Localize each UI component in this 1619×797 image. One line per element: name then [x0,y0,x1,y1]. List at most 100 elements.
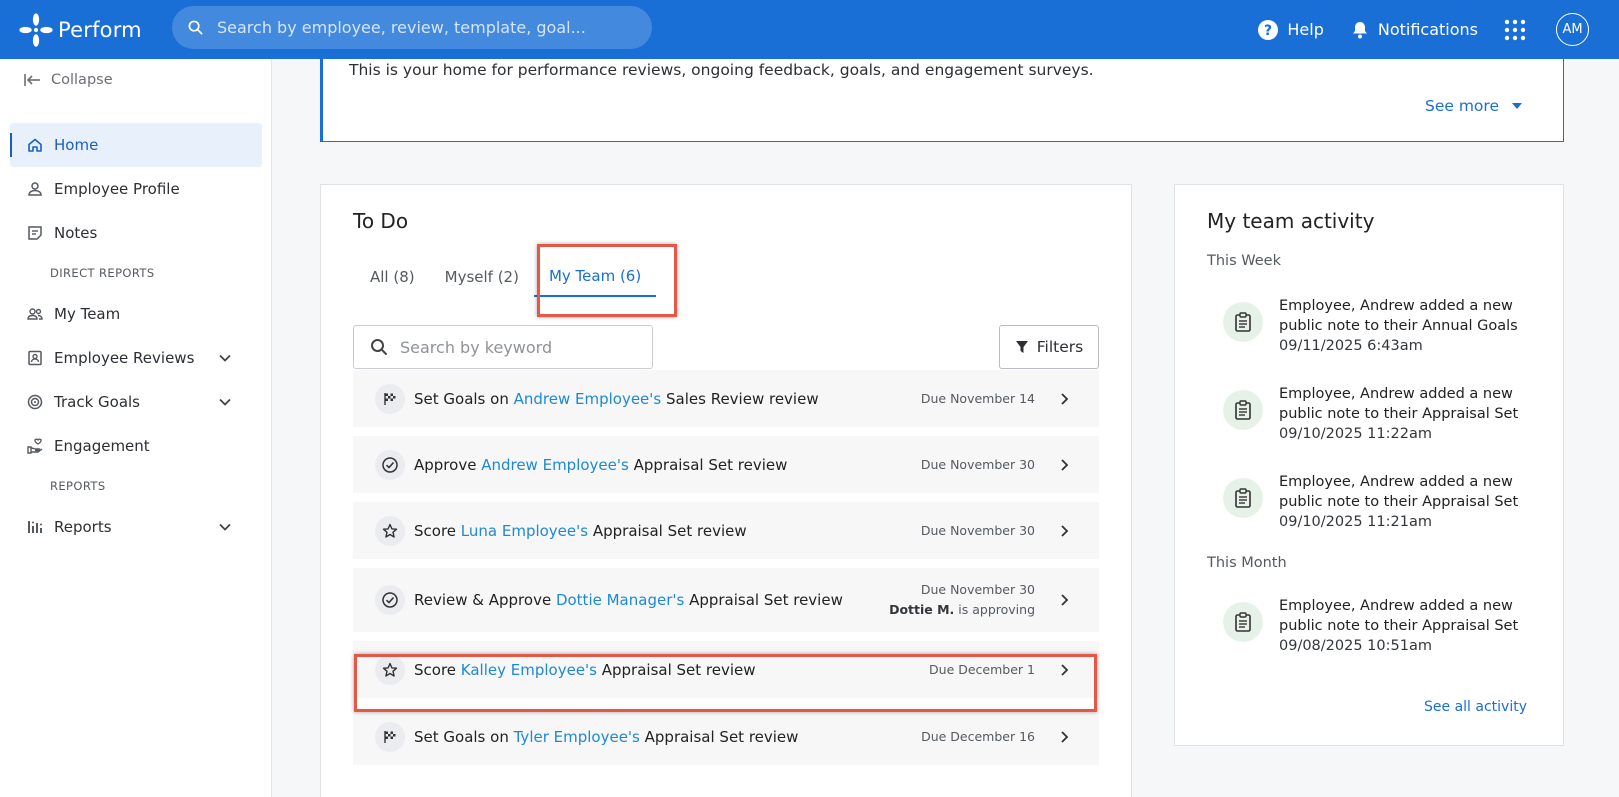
sidebar-item-employee-reviews[interactable]: Employee Reviews [10,336,262,380]
filters-button[interactable]: Filters [999,325,1099,369]
search-icon [188,20,203,35]
check-circle-icon [375,449,405,480]
sidebar-item-engagement[interactable]: Engagement [10,424,262,468]
due-date: Due November 14 [920,390,1035,406]
sidebar-item-track-goals[interactable]: Track Goals [10,380,262,424]
todo-row-action: Score [414,660,461,679]
employee-link[interactable]: Tyler Employee's [514,728,640,746]
sidebar-item-label: Notes [54,224,98,242]
activity-item[interactable]: Employee, Andrew added a new public note… [1223,296,1543,356]
bell-icon [1352,21,1367,38]
flag-icon [375,721,405,752]
activity-date: 09/11/2025 6:43am [1279,338,1423,354]
see-all-activity-link[interactable]: See all activity [1424,699,1527,715]
activity-item[interactable]: Employee, Andrew added a new public note… [1223,596,1543,656]
employee-link[interactable]: Kalley Employee's [461,661,597,679]
see-more-button[interactable]: See more [1425,97,1523,115]
search-icon [371,339,387,355]
tab-my-team[interactable]: My Team (6) [533,257,657,297]
todo-row-action: Score [414,521,461,540]
todo-row-action: Approve [414,455,482,474]
due-date: Due November 30 [920,582,1035,597]
keyword-search-input[interactable] [400,337,640,357]
collapse-button[interactable]: Collapse [24,72,113,88]
sidebar-item-my-team[interactable]: My Team [10,292,262,336]
tab-myself[interactable]: Myself (2) [430,257,534,297]
activity-text: Employee, Andrew added a new public note… [1279,386,1519,422]
brand-name: Perform [58,17,142,42]
section-label-direct-reports: DIRECT REPORTS [50,266,155,280]
notifications-button[interactable]: Notifications [1350,20,1478,40]
activity-date: 09/10/2025 11:22am [1279,426,1432,442]
team-icon [27,308,43,320]
help-button[interactable]: ? Help [1257,19,1324,41]
clipboard-icon [1223,302,1263,342]
todo-row[interactable]: Set Goals on Tyler Employee's Appraisal … [353,708,1099,765]
todo-row-text: Score Luna Employee's Appraisal Set revi… [414,522,747,540]
todo-row-text: Set Goals on Andrew Employee's Sales Rev… [414,390,819,408]
chevron-right-icon[interactable] [1057,663,1071,677]
tab-all[interactable]: All (8) [355,257,430,297]
chevron-right-icon[interactable] [1057,458,1071,472]
chevron-right-icon[interactable] [1057,524,1071,538]
chevron-right-icon[interactable] [1057,730,1071,744]
chevron-down-icon[interactable] [218,395,232,409]
clipboard-icon [1223,390,1263,430]
collapse-label: Collapse [51,72,113,88]
activity-item[interactable]: Employee, Andrew added a new public note… [1223,472,1543,532]
sidebar-item-label: My Team [54,305,121,323]
team-activity-card: My team activity This Week Employee, And… [1174,184,1564,746]
approval-status: Dottie M. is approving [889,600,1035,620]
todo-row-subject: Appraisal Set review [639,727,799,746]
keyword-search[interactable] [353,325,653,369]
target-icon [27,394,43,410]
due-date-block: Due November 30 Dottie M. is approving [889,580,1035,620]
employee-link[interactable]: Luna Employee's [461,522,588,540]
todo-row-subject: Appraisal Set review [684,591,843,609]
employee-link[interactable]: Andrew Employee's [481,456,629,474]
chevron-down-icon[interactable] [218,520,232,534]
activity-title: My team activity [1207,209,1375,233]
todo-row[interactable]: Approve Andrew Employee's Appraisal Set … [353,436,1099,493]
chevron-right-icon[interactable] [1057,593,1071,607]
sidebar-item-reports[interactable]: Reports [10,505,262,549]
todo-row[interactable]: Review & Approve Dottie Manager's Apprai… [353,568,1099,632]
activity-date: 09/10/2025 11:21am [1279,514,1432,530]
user-avatar[interactable]: AM [1556,13,1589,46]
sidebar-item-notes[interactable]: Notes [10,211,262,255]
clipboard-icon [1223,602,1263,642]
employee-link[interactable]: Andrew Employee's [514,390,662,408]
global-search[interactable] [172,6,652,49]
chevron-right-icon[interactable] [1057,392,1071,406]
caret-down-icon [1512,103,1522,109]
apps-grid-button[interactable] [1504,19,1534,41]
section-this-month: This Month [1207,555,1287,571]
home-icon [28,138,42,152]
employee-link[interactable]: Dottie Manager's [556,591,684,609]
top-bar: Perform ? Help Notifications AM [0,0,1619,59]
due-date: Due November 30 [920,456,1035,472]
todo-row-text: Review & Approve Dottie Manager's Apprai… [414,591,843,609]
sidebar-item-label: Home [54,136,99,154]
sidebar-item-employee-profile[interactable]: Employee Profile [10,167,262,211]
brand-logo[interactable]: Perform [17,0,142,59]
todo-row[interactable]: Set Goals on Andrew Employee's Sales Rev… [353,370,1099,427]
approval-status-text: is approving [954,602,1035,617]
star-icon [375,654,405,685]
global-search-input[interactable] [217,18,637,37]
todo-row[interactable]: Score Kalley Employee's Appraisal Set re… [353,641,1099,698]
chevron-down-icon[interactable] [218,351,232,365]
welcome-banner: This is your home for performance review… [320,59,1564,142]
activity-item[interactable]: Employee, Andrew added a new public note… [1223,384,1543,444]
review-icon [28,350,42,366]
clipboard-icon [1223,478,1263,518]
sidebar: Collapse Home Employee Profile Notes DIR… [0,59,272,797]
sidebar-item-home[interactable]: Home [10,123,262,167]
engagement-icon [27,438,43,454]
notes-icon [28,226,42,240]
flag-icon [375,383,405,414]
filter-icon [1015,341,1028,353]
todo-row-subject: Appraisal Set review [596,660,756,679]
help-label: Help [1287,20,1324,39]
todo-row[interactable]: Score Luna Employee's Appraisal Set revi… [353,502,1099,559]
